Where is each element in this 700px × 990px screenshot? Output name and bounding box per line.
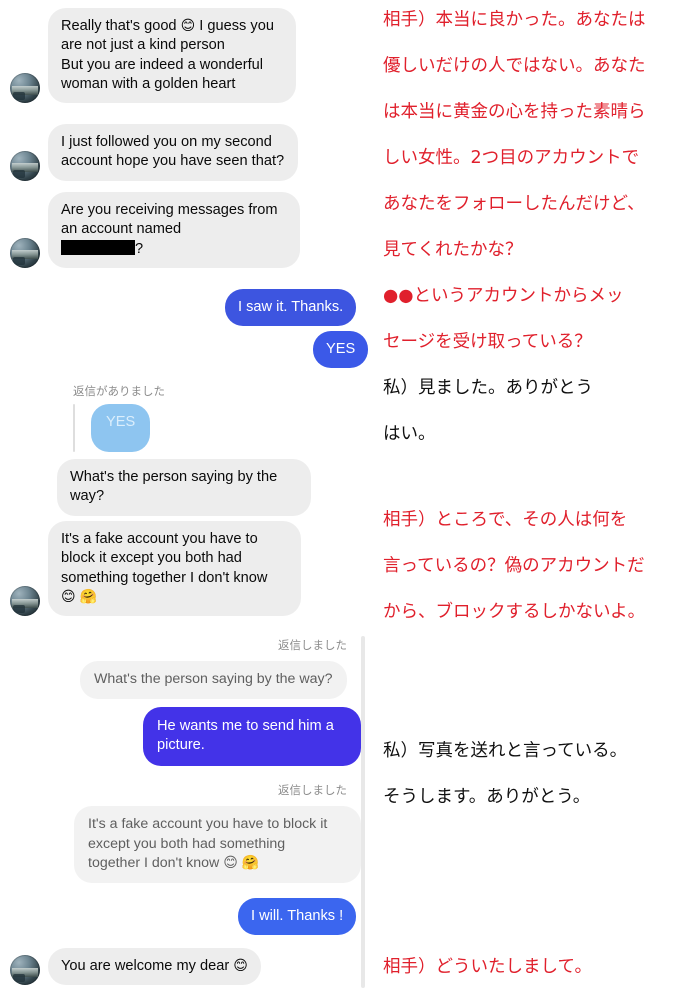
message-bubble-incoming[interactable]: What's the person saying by the way?	[57, 459, 311, 516]
message-bubble-outgoing[interactable]: He wants me to send him a picture.	[143, 707, 361, 766]
message-row-outgoing: I will. Thanks !	[238, 898, 357, 936]
redacted-name-bar	[61, 239, 135, 255]
reply-sent-label: 返信しました	[278, 638, 347, 652]
message-bubble-outgoing[interactable]: YES	[313, 331, 369, 369]
smiling-face-icon: 😊	[61, 588, 76, 605]
quoted-message-bubble[interactable]: It's a fake account you have to block it…	[74, 806, 361, 883]
message-text: You are welcome my dear	[61, 958, 230, 974]
message-bubble-outgoing[interactable]: I will. Thanks !	[238, 898, 357, 936]
screenshot-root: Really that's good 😊 I guess you are not…	[0, 0, 700, 990]
translation-line: ●●というアカウントからメッ	[383, 286, 624, 306]
avatar[interactable]	[10, 237, 40, 268]
translation-line: しい女性。2つ目のアカウントで	[383, 148, 640, 168]
message-text: Are you receiving messages from an accou…	[61, 202, 278, 238]
reply-received-label: 返信がありました	[73, 384, 165, 398]
message-row-incoming: You are welcome my dear 😊	[10, 948, 261, 986]
translation-line: は本当に黄金の心を持った素晴ら	[383, 102, 646, 122]
translation-line: あなたをフォローしたんだけど、	[383, 194, 645, 214]
reply-quote-block: What's the person saying by the way?	[80, 661, 347, 699]
message-text: But you are indeed a wonderful	[61, 56, 264, 73]
message-row-incoming: It's a fake account you have to block it…	[10, 521, 301, 616]
hugging-face-icon: 🤗	[79, 588, 98, 605]
translation-line: 私）写真を送れと言っている。	[383, 741, 628, 761]
message-bubble-incoming[interactable]: It's a fake account you have to block it…	[48, 521, 301, 616]
message-row-incoming: Are you receiving messages from an accou…	[10, 192, 300, 268]
quoted-text: except you both had something	[88, 835, 286, 852]
message-bubble-incoming[interactable]: I just followed you on my second account…	[48, 124, 298, 181]
translation-pane: 相手）本当に良かった。あなたは 優しいだけの人ではない。あなた は本当に黄金の心…	[369, 0, 700, 990]
translation-line: 私）見ました。ありがとう	[383, 378, 593, 398]
avatar[interactable]	[10, 586, 40, 616]
reply-sent-label-wrap: 返信しました	[278, 636, 347, 654]
message-row-incoming: What's the person saying by the way?	[57, 459, 311, 516]
hugging-face-icon: 🤗	[241, 855, 260, 872]
translation-line: 相手）本当に良かった。あなたは	[383, 10, 646, 30]
message-row-incoming: I just followed you on my second account…	[10, 124, 298, 181]
reply-sent-label: 返信しました	[278, 783, 347, 797]
translation-line: から、ブロックするしかないよ。	[383, 602, 646, 622]
avatar[interactable]	[10, 73, 40, 103]
quoted-message-bubble[interactable]: What's the person saying by the way?	[80, 661, 347, 699]
message-bubble-incoming[interactable]: You are welcome my dear 😊	[48, 948, 261, 986]
translation-line: はい。	[383, 424, 436, 444]
smiling-face-icon: 😊	[223, 855, 238, 872]
quoted-text: It's a fake account you have to block it	[88, 816, 328, 832]
reply-quote-block: YES	[73, 404, 151, 452]
message-text: Really that's good	[61, 18, 177, 34]
avatar[interactable]	[10, 150, 40, 181]
reply-notice-label: 返信がありました	[73, 382, 165, 400]
translation-line: セージを受け取っている？	[383, 332, 592, 352]
message-text: block it except you both had	[61, 550, 242, 567]
translation-line: 優しいだけの人ではない。あなた	[383, 56, 646, 76]
avatar[interactable]	[10, 955, 40, 986]
scrollbar[interactable]	[361, 636, 365, 988]
translation-line: 相手）ところで、その人は何を	[383, 510, 628, 530]
message-bubble-outgoing[interactable]: I saw it. Thanks.	[225, 289, 357, 327]
translation-line: そうします。ありがとう。	[383, 787, 591, 807]
reply-thread-bar	[73, 404, 75, 452]
message-row-outgoing: He wants me to send him a picture.	[143, 707, 361, 766]
translation-line: 言っているの？偽のアカウントだ	[383, 556, 645, 576]
message-row-outgoing: YES	[313, 331, 369, 369]
message-text: are not just a kind person	[61, 37, 225, 54]
message-bubble-incoming[interactable]: Are you receiving messages from an accou…	[48, 192, 300, 268]
smiling-face-icon: 😊	[233, 958, 248, 974]
quoted-message-bubble[interactable]: YES	[91, 404, 151, 452]
quoted-text: together I don't know	[88, 855, 220, 872]
message-text: woman with a golden heart	[61, 75, 236, 92]
message-row-incoming: Really that's good 😊 I guess you are not…	[10, 8, 296, 103]
message-bubble-incoming[interactable]: Really that's good 😊 I guess you are not…	[48, 8, 296, 103]
translation-line: 相手）どういたしまして。	[383, 957, 592, 977]
smiling-face-icon: 😊	[180, 18, 196, 34]
message-text: I guess you	[199, 18, 274, 34]
chat-conversation-pane: Really that's good 😊 I guess you are not…	[0, 0, 369, 990]
message-row-outgoing: I saw it. Thanks.	[225, 289, 357, 327]
message-text-trailing: ?	[135, 240, 144, 257]
reply-sent-label-wrap: 返信しました	[278, 781, 347, 799]
translation-line: 見てくれたかな？	[383, 240, 523, 260]
message-text: something together I don't know	[61, 569, 268, 586]
message-text: It's a fake account you have to	[61, 531, 258, 547]
reply-quote-block: It's a fake account you have to block it…	[74, 806, 361, 883]
